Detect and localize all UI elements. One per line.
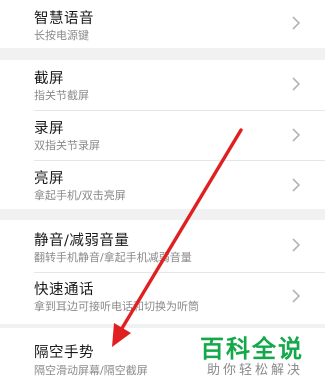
settings-item-subtitle: 拿起手机/双击亮屏 <box>34 189 126 202</box>
settings-item-title: 截屏 <box>34 71 64 87</box>
gesture-settings-screen: 智慧语音 长按电源键 截屏 指关节截屏 录屏 双指关节录屏 亮屏 拿起手机/双击… <box>0 0 325 387</box>
settings-item-subtitle: 翻转手机静音/拿起手机减弱音量 <box>34 251 192 264</box>
settings-item-mute[interactable]: 静音/减弱音量 翻转手机静音/拿起手机减弱音量 <box>0 220 325 270</box>
settings-item-title: 快速通话 <box>34 282 94 298</box>
watermark-subtitle: 助你轻松解决 <box>207 363 304 378</box>
settings-item-title: 录屏 <box>34 121 64 137</box>
chevron-right-icon <box>292 77 301 91</box>
watermark-logo: 百科全说 助你轻松解决 <box>200 327 325 387</box>
chevron-right-icon <box>292 16 301 30</box>
settings-card: 智慧语音 长按电源键 <box>0 0 325 48</box>
settings-item-smart-voice[interactable]: 智慧语音 长按电源键 <box>0 0 325 48</box>
settings-item-quick-call[interactable]: 快速通话 拿到耳边可接听电话和切换为听筒 <box>0 273 325 324</box>
settings-item-title: 亮屏 <box>34 171 64 187</box>
settings-item-wake-screen[interactable]: 亮屏 拿起手机/双击亮屏 <box>0 161 325 209</box>
settings-item-screenshot[interactable]: 截屏 指关节截屏 <box>0 60 325 108</box>
chevron-right-icon <box>292 238 301 252</box>
settings-item-screen-record[interactable]: 录屏 双指关节录屏 <box>0 111 325 159</box>
settings-item-title: 智慧语音 <box>34 11 94 27</box>
settings-item-subtitle: 拿到耳边可接听电话和切换为听筒 <box>34 300 199 313</box>
settings-item-subtitle: 指关节截屏 <box>34 89 89 102</box>
settings-card: 静音/减弱音量 翻转手机静音/拿起手机减弱音量 快速通话 拿到耳边可接听电话和切… <box>0 220 325 324</box>
settings-item-subtitle: 长按电源键 <box>34 29 89 42</box>
settings-item-title: 隔空手势 <box>34 345 94 361</box>
settings-item-subtitle: 隔空滑动屏幕/隔空截屏 <box>34 364 148 377</box>
settings-card: 截屏 指关节截屏 录屏 双指关节录屏 亮屏 拿起手机/双击亮屏 <box>0 60 325 209</box>
settings-item-subtitle: 双指关节录屏 <box>34 139 100 152</box>
chevron-right-icon <box>292 128 301 142</box>
chevron-right-icon <box>292 289 301 303</box>
settings-item-title: 静音/减弱音量 <box>34 233 130 249</box>
chevron-right-icon <box>292 178 301 192</box>
